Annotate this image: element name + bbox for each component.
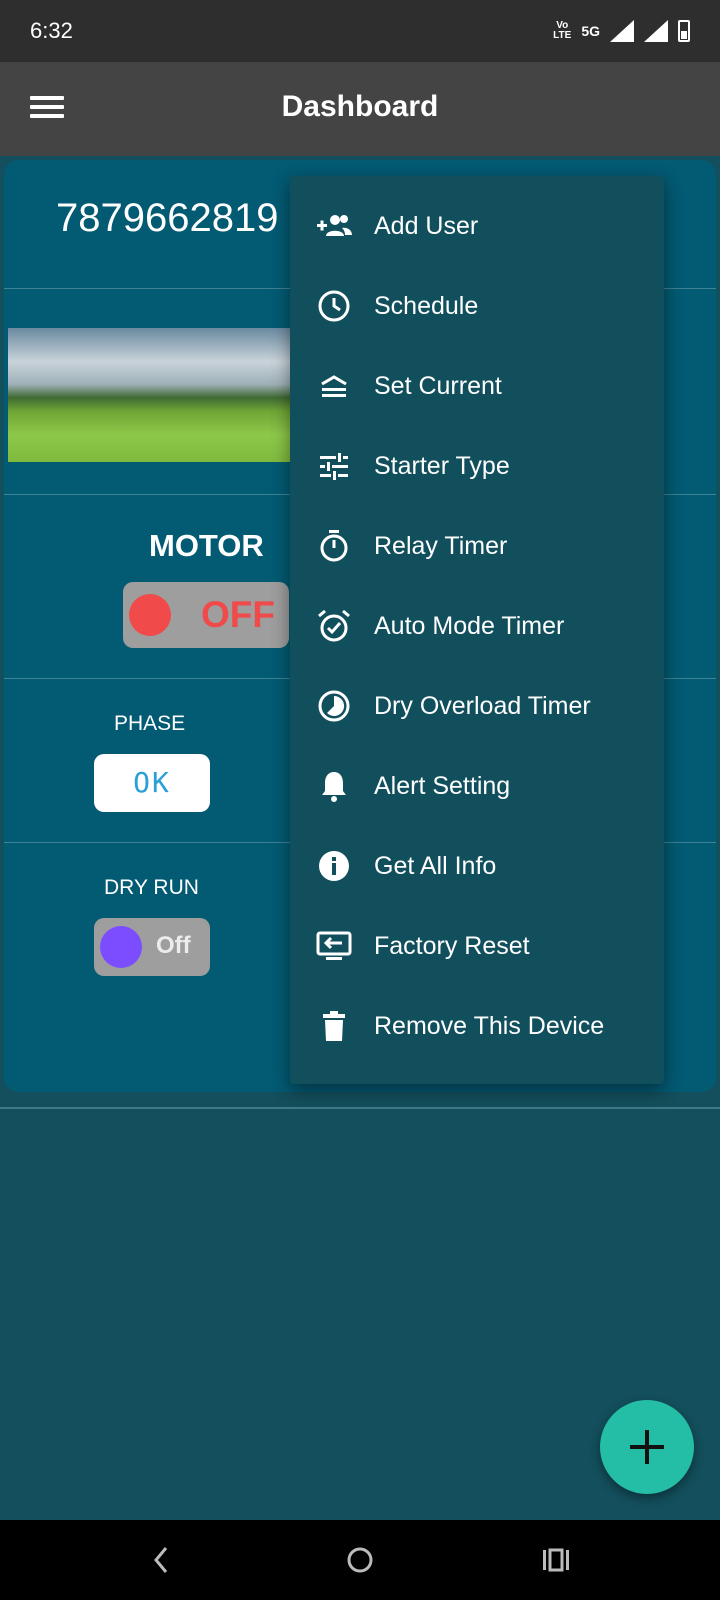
dry-run-state: Off [156,932,191,959]
tune-icon [320,453,348,480]
page-title: Dashboard [281,90,439,123]
menu-item-relay-timer[interactable]: Relay Timer [290,506,664,586]
status-icons: Vo LTE 5G [553,20,690,42]
menu-item-schedule[interactable]: Schedule [290,266,664,346]
add-user-icon [317,215,352,236]
battery-icon [678,20,690,42]
menu-item-get-all-info[interactable]: Get All Info [290,826,664,906]
clock-icon [318,290,350,322]
menu-item-auto-mode-timer[interactable]: Auto Mode Timer [290,586,664,666]
motor-toggle-knob [129,594,171,636]
field-image [8,328,294,462]
motor-label: MOTOR [149,528,264,563]
menu-item-label: Set Current [374,371,502,400]
network-type: 5G [581,23,600,39]
menu-item-label: Schedule [374,291,479,320]
dry-run-toggle-knob [100,926,142,968]
menu-item-label: Auto Mode Timer [374,611,565,640]
pie-timer-icon [318,690,350,722]
add-device-button[interactable] [600,1400,694,1494]
menu-item-label: Add User [374,211,479,240]
menu-item-label: Get All Info [374,851,497,880]
signal-icon [610,20,634,42]
info-icon [319,851,349,881]
trash-icon [323,1011,345,1041]
menu-item-label: Relay Timer [374,531,508,560]
motor-toggle[interactable]: OFF [123,582,289,648]
menu-item-label: Starter Type [374,451,510,480]
menu-item-factory-reset[interactable]: Factory Reset [290,906,664,986]
menu-item-dry-overload-timer[interactable]: Dry Overload Timer [290,666,664,746]
menu-item-label: Alert Setting [374,771,511,800]
reset-screen-icon [316,931,352,960]
phase-status: OK [94,754,210,812]
menu-item-add-user[interactable]: Add User [290,186,664,266]
back-icon[interactable] [144,1542,180,1578]
phase-label: PHASE [114,712,186,735]
divider [0,1107,720,1109]
motor-state: OFF [201,594,275,635]
timer-icon [320,530,348,562]
recents-icon[interactable] [538,1542,574,1578]
alarm-icon [318,609,350,642]
status-bar: 6:32 Vo LTE 5G [0,0,720,62]
menu-item-label: Dry Overload Timer [374,691,591,720]
dry-run-toggle[interactable]: Off [94,918,210,976]
menu-item-set-current[interactable]: Set Current [290,346,664,426]
current-icon [321,375,347,397]
menu-item-starter-type[interactable]: Starter Type [290,426,664,506]
menu-item-alert-setting[interactable]: Alert Setting [290,746,664,826]
status-time: 6:32 [30,18,73,43]
menu-item-remove-device[interactable]: Remove This Device [290,986,664,1066]
home-icon[interactable] [342,1542,378,1578]
menu-item-label: Factory Reset [374,931,530,960]
system-nav-bar [0,1520,720,1600]
app-bar: Dashboard [0,62,720,156]
bell-icon [322,772,346,802]
menu-item-label: Remove This Device [374,1011,605,1040]
device-phone-number: 7879662819 [56,196,279,240]
volte-icon: Vo LTE [553,20,572,41]
signal-icon-2 [644,20,668,42]
dry-run-label: DRY RUN [104,876,199,899]
options-menu: Add User Schedule Set Current Starter Ty… [290,176,664,1084]
